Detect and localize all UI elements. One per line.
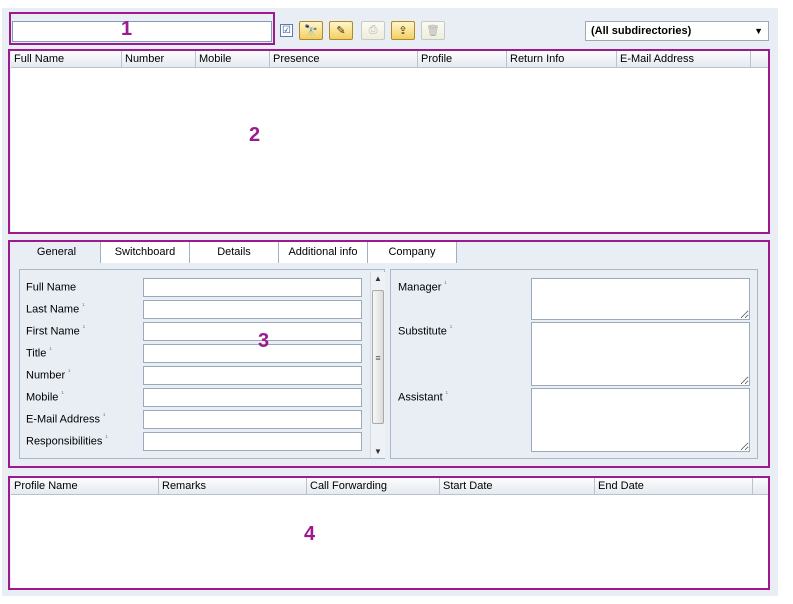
directory-dropdown[interactable]: (All subdirectories) ▼: [585, 21, 769, 41]
toolbar-checkbox[interactable]: ☑: [280, 24, 293, 37]
export-icon[interactable]: ⇪: [391, 21, 415, 40]
print-icon[interactable]: ⎙: [361, 21, 385, 40]
callout-box-3: [8, 240, 770, 468]
binoculars-icon[interactable]: 🔭: [299, 21, 323, 40]
callout-box-4: [8, 476, 770, 590]
delete-icon[interactable]: 🗑: [421, 21, 445, 40]
directory-dropdown-value: (All subdirectories): [591, 25, 692, 37]
callout-number-4: 4: [304, 523, 316, 545]
callout-number-3: 3: [258, 330, 270, 352]
callout-number-2: 2: [249, 124, 261, 146]
chevron-down-icon: ▼: [754, 26, 763, 36]
edit-icon[interactable]: ✎: [329, 21, 353, 40]
callout-box-1: [9, 12, 275, 45]
callout-box-2: [8, 49, 770, 234]
callout-number-1: 1: [121, 18, 133, 40]
